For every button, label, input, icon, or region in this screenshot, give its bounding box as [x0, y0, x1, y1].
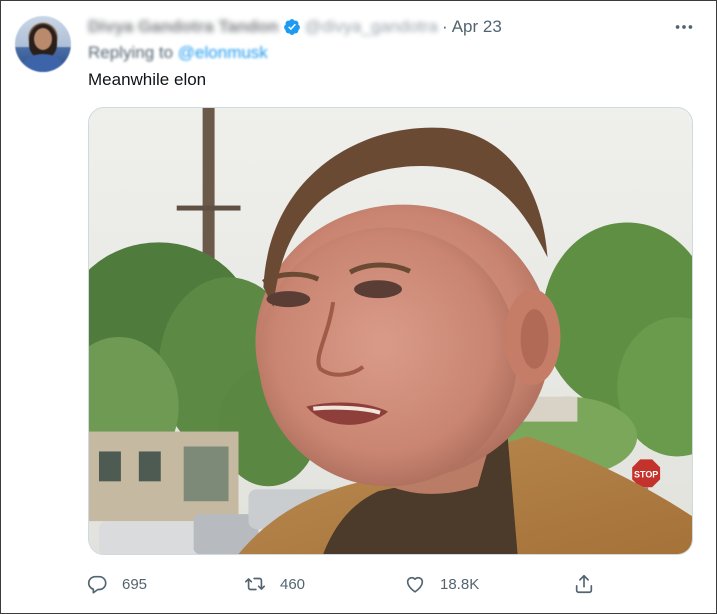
avatar-face: [34, 28, 52, 50]
replying-to-label: Replying to: [88, 43, 174, 62]
like-button[interactable]: 18.8K: [404, 569, 479, 599]
separator-dot: ·: [442, 17, 448, 36]
tweet-card[interactable]: Divya Gandotra Tandon @divya_gandotra · …: [0, 0, 717, 614]
handle[interactable]: @divya_gandotra: [305, 17, 439, 37]
verified-badge-icon: [283, 18, 301, 36]
share-icon: [573, 573, 595, 595]
reply-button[interactable]: 695: [86, 569, 147, 599]
share-button[interactable]: [573, 569, 595, 599]
heart-icon: [404, 573, 426, 595]
retweet-icon: [244, 573, 266, 595]
reply-count: 695: [122, 575, 148, 593]
replying-to-line: Replying to @elonmusk: [88, 43, 268, 63]
more-options-icon[interactable]: [669, 15, 699, 39]
tweet-date[interactable]: Apr 23: [452, 17, 502, 37]
tweet-actions: 695 460 18.8K: [1, 569, 717, 599]
avatar[interactable]: [15, 16, 71, 72]
reply-icon: [86, 573, 108, 595]
tweet-photo[interactable]: STOP: [88, 107, 693, 555]
avatar-body: [23, 54, 63, 72]
retweet-button[interactable]: 460: [244, 569, 305, 599]
retweet-count: 460: [280, 575, 306, 593]
tweet-text: Meanwhile elon: [88, 70, 207, 89]
photo-illustration: STOP: [89, 108, 692, 554]
reply-mention-link[interactable]: @elonmusk: [178, 43, 268, 62]
tweet-header: Divya Gandotra Tandon @divya_gandotra · …: [88, 15, 502, 39]
svg-text:STOP: STOP: [634, 469, 658, 479]
like-count: 18.8K: [440, 575, 480, 593]
display-name[interactable]: Divya Gandotra Tandon: [88, 17, 279, 37]
